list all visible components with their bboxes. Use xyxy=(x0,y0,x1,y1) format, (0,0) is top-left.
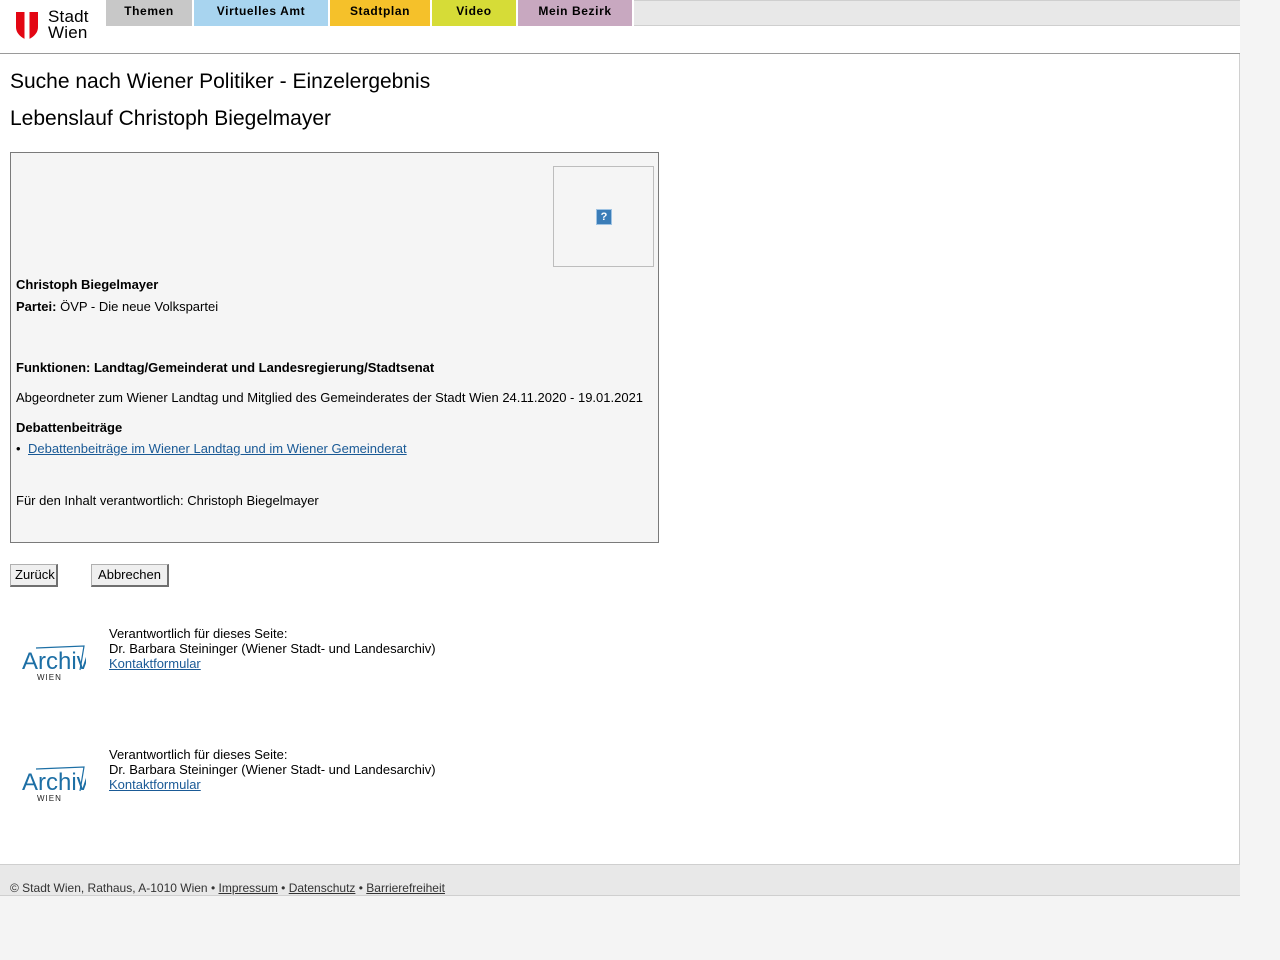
stadt-wien-logo[interactable]: Stadt Wien xyxy=(15,8,95,43)
bullet-icon: • xyxy=(16,441,21,456)
content-responsible: Für den Inhalt verantwortlich: Christoph… xyxy=(16,493,319,508)
politician-photo: ? xyxy=(553,166,654,267)
archiv-logo-text: Archiv xyxy=(22,648,86,675)
functions-heading: Funktionen: Landtag/Gemeinderat und Land… xyxy=(16,360,435,375)
footer-separator: • xyxy=(207,881,219,895)
party-row: Partei: ÖVP - Die neue Volkspartei xyxy=(16,299,218,314)
cancel-button[interactable]: Abbrechen xyxy=(91,564,169,587)
footer-separator: • xyxy=(277,881,289,895)
archiv-logo-text: Archiv xyxy=(22,769,86,796)
footer-barrierefreiheit-link[interactable]: Barrierefreiheit xyxy=(366,881,445,895)
footer-impressum-link[interactable]: Impressum xyxy=(218,881,277,895)
archiv-logo-sub: WIEN xyxy=(37,673,62,682)
back-button[interactable]: Zurück xyxy=(10,564,58,587)
archiv-wien-logo: Archiv WIEN xyxy=(20,634,89,685)
archiv-logo-icon: Archiv WIEN xyxy=(22,766,89,803)
archiv-logo-icon: Archiv WIEN xyxy=(22,645,89,682)
contact-block-1: Archiv WIEN Verantwortlich für dieses Se… xyxy=(10,626,610,706)
contact-person: Dr. Barbara Steininger (Wiener Stadt- un… xyxy=(109,762,436,777)
contact-block-2: Archiv WIEN Verantwortlich für dieses Se… xyxy=(10,747,610,827)
page-subtitle: Lebenslauf Christoph Biegelmayer xyxy=(10,107,332,130)
footer-separator: • xyxy=(355,881,367,895)
archiv-logo-sub: WIEN xyxy=(37,794,62,803)
debates-link[interactable]: Debattenbeiträge im Wiener Landtag und i… xyxy=(28,441,407,456)
page: Stadt Wien Themen Virtuelles Amt Stadtpl… xyxy=(0,0,1240,896)
contact-person: Dr. Barbara Steininger (Wiener Stadt- un… xyxy=(109,641,436,656)
contact-form-link[interactable]: Kontaktformular xyxy=(109,777,201,792)
archiv-wien-logo: Archiv WIEN xyxy=(20,755,89,806)
top-navigation: Themen Virtuelles Amt Stadtplan Video Me… xyxy=(106,0,1240,26)
site-header: Stadt Wien Themen Virtuelles Amt Stadtpl… xyxy=(0,0,1240,54)
contact-form-link[interactable]: Kontaktformular xyxy=(109,656,201,671)
broken-image-icon: ? xyxy=(596,209,612,225)
vienna-shield-icon xyxy=(16,12,38,40)
tab-themen[interactable]: Themen xyxy=(106,0,194,26)
debates-list-item: • Debattenbeiträge im Wiener Landtag und … xyxy=(16,441,407,456)
contact-label: Verantwortlich für dieses Seite: xyxy=(109,747,288,762)
contact-label: Verantwortlich für dieses Seite: xyxy=(109,626,288,641)
tab-video[interactable]: Video xyxy=(432,0,518,26)
function-entry: Abgeordneter zum Wiener Landtag und Mitg… xyxy=(16,390,644,405)
footer-datenschutz-link[interactable]: Datenschutz xyxy=(289,881,356,895)
politician-card: ? Christoph Biegelmayer Partei: ÖVP - Di… xyxy=(10,152,659,543)
tab-mein-bezirk[interactable]: Mein Bezirk xyxy=(518,0,634,26)
site-footer: © Stadt Wien, Rathaus, A-1010 Wien • Imp… xyxy=(0,864,1240,896)
tab-virtuelles-amt[interactable]: Virtuelles Amt xyxy=(194,0,330,26)
debates-heading: Debattenbeiträge xyxy=(16,420,123,435)
party-label: Partei: xyxy=(16,299,57,314)
page-title: Suche nach Wiener Politiker - Einzelerge… xyxy=(10,70,431,93)
tab-stadtplan[interactable]: Stadtplan xyxy=(330,0,432,26)
politician-name: Christoph Biegelmayer xyxy=(16,277,159,292)
party-value: ÖVP - Die neue Volkspartei xyxy=(56,299,219,314)
footer-copyright: © Stadt Wien, Rathaus, A-1010 Wien xyxy=(10,881,208,895)
logo-text-wien: Wien xyxy=(48,23,88,42)
